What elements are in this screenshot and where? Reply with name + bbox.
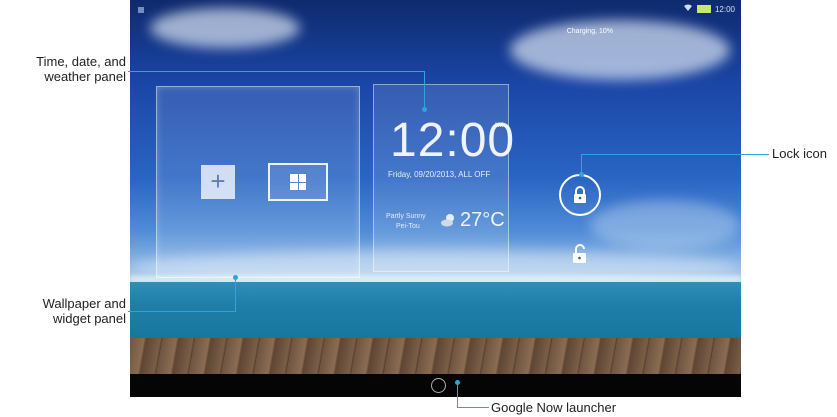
time-date-weather-panel[interactable]: 12:00 AM Friday, 09/20/2013, ALL OFF Par… <box>373 84 514 272</box>
leader-dot <box>233 275 238 280</box>
clock-time: 12:00 <box>390 114 516 167</box>
wallpaper-widget-panel[interactable]: + <box>156 86 360 278</box>
callout-google-now: Google Now launcher <box>491 400 617 415</box>
callout-line-1: Time, date, and <box>36 54 126 69</box>
cloud <box>590 200 740 250</box>
clock-date: Friday, 09/20/2013, ALL OFF <box>388 170 491 179</box>
cloud <box>150 8 300 48</box>
leader-dot <box>455 380 460 385</box>
callout-line-2: weather panel <box>44 69 126 84</box>
cloud <box>510 20 730 80</box>
leader-line <box>581 154 769 155</box>
leader-line <box>424 71 425 109</box>
leader-dot <box>579 172 584 177</box>
leader-line <box>457 407 489 408</box>
leader-line <box>128 71 424 72</box>
callout-time-date-weather: Time, date, and weather panel <box>0 54 126 84</box>
partly-cloudy-icon <box>440 213 456 227</box>
google-now-launcher-icon[interactable] <box>431 378 446 393</box>
sea <box>130 282 741 342</box>
notification-icon[interactable] <box>138 7 144 13</box>
tablet-lock-screen: 12:00 Charging, 10% + 12:00 AM Friday, 0… <box>130 0 741 397</box>
battery-icon <box>696 5 711 13</box>
weather-temperature: 27°C <box>460 209 505 231</box>
leader-line <box>128 311 235 312</box>
callout-line-2: widget panel <box>53 311 126 326</box>
leader-line <box>457 382 458 408</box>
callout-lock-icon: Lock icon <box>772 146 827 161</box>
lock-button[interactable] <box>559 174 601 216</box>
widget-button[interactable] <box>268 163 328 201</box>
charging-status: Charging, 10% <box>566 28 613 35</box>
weather-condition: Partly Sunny <box>386 213 426 220</box>
callout-wallpaper-widget: Wallpaper and widget panel <box>0 296 126 326</box>
clock-ampm: AM <box>494 123 503 129</box>
unlock-icon[interactable] <box>571 243 589 265</box>
lock-icon <box>574 186 586 203</box>
wifi-icon <box>683 4 693 14</box>
status-time: 12:00 <box>714 4 735 14</box>
leader-line <box>235 277 236 312</box>
wooden-deck <box>130 338 741 374</box>
callout-line-1: Wallpaper and <box>42 296 126 311</box>
status-bar[interactable]: 12:00 <box>683 4 735 14</box>
widget-icon <box>290 174 306 190</box>
add-widget-button[interactable]: + <box>201 165 235 199</box>
weather-location: Pei-Tou <box>396 223 420 230</box>
leader-line <box>581 154 582 174</box>
leader-dot <box>422 107 427 112</box>
